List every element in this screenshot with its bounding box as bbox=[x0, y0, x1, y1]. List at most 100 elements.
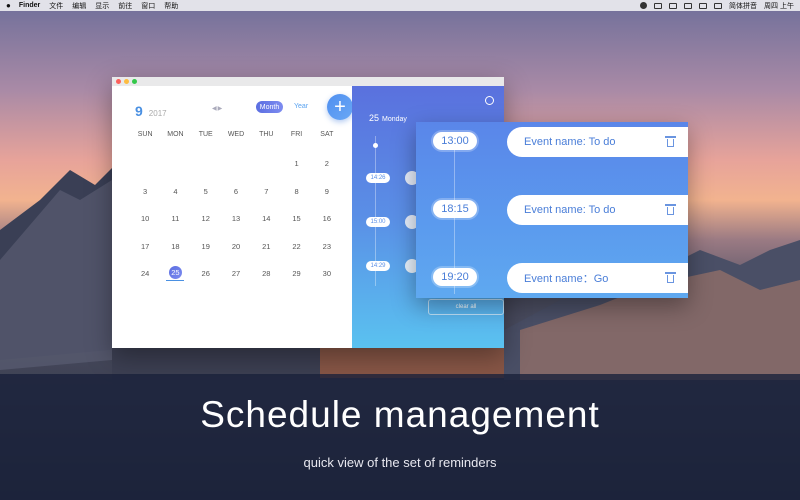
menu-bar-extras: 简体拼音 周四 上午 bbox=[640, 1, 794, 11]
calendar-day[interactable]: 11 bbox=[160, 211, 190, 239]
selected-date-day: 25 bbox=[369, 113, 380, 123]
reminder-time-chip[interactable]: 14:29 bbox=[366, 261, 390, 271]
calendar-day[interactable]: 6 bbox=[221, 184, 251, 212]
eye-icon[interactable] bbox=[654, 2, 663, 9]
airplay-icon[interactable] bbox=[684, 2, 693, 9]
tab-year[interactable]: Year bbox=[294, 103, 308, 110]
calendar-day-number: 5 bbox=[203, 186, 208, 196]
trash-icon[interactable] bbox=[665, 204, 676, 215]
apple-menu-icon[interactable]: ● bbox=[6, 1, 11, 10]
calendar-day-number: 2 bbox=[324, 159, 329, 168]
calendar-day[interactable]: 7 bbox=[251, 184, 281, 212]
calendar-day[interactable]: 8 bbox=[281, 184, 311, 212]
banner-subline: quick view of the set of reminders bbox=[303, 455, 497, 470]
calendar-day[interactable]: 4 bbox=[160, 184, 190, 212]
calendar-day[interactable]: 24 bbox=[130, 266, 160, 294]
calendar-day-number: 19 bbox=[201, 241, 210, 251]
calendar-day[interactable]: 9 bbox=[312, 184, 342, 212]
status-app-icon[interactable] bbox=[640, 2, 648, 9]
calendar-day[interactable]: 10 bbox=[130, 211, 160, 239]
menu-item-file[interactable]: 文件 bbox=[49, 1, 63, 11]
settings-icon[interactable] bbox=[485, 96, 494, 105]
window-titlebar bbox=[112, 77, 504, 86]
selected-date: 25 Monday bbox=[369, 113, 407, 123]
calendar-day[interactable]: 12 bbox=[191, 211, 221, 239]
calendar-day-number: 9 bbox=[324, 186, 329, 196]
current-year: 2017 bbox=[148, 109, 167, 118]
calendar-day[interactable]: 15 bbox=[281, 211, 311, 239]
calendar-day-number: 29 bbox=[292, 269, 301, 278]
reminder-time-chip[interactable]: 15:00 bbox=[366, 217, 390, 227]
menu-item-edit[interactable]: 编辑 bbox=[72, 1, 86, 11]
event-card[interactable]: Event name: To do bbox=[507, 195, 688, 225]
calendar-day[interactable]: 22 bbox=[281, 239, 311, 267]
clear-all-button[interactable]: clear all bbox=[428, 299, 504, 315]
menu-app-name[interactable]: Finder bbox=[19, 2, 40, 9]
events-popover: 13:00 Event name: To do 18:15 Event name… bbox=[416, 122, 688, 298]
calendar-day-number: 27 bbox=[231, 269, 241, 278]
promo-banner bbox=[0, 374, 800, 500]
reminder-time-chip[interactable]: 14:26 bbox=[366, 173, 390, 183]
calendar-day-number: 26 bbox=[201, 269, 210, 278]
weekday-label: SAT bbox=[320, 131, 334, 138]
trash-icon[interactable] bbox=[665, 272, 676, 283]
calendar-day[interactable]: 28 bbox=[251, 266, 281, 294]
minimize-window-button[interactable] bbox=[124, 79, 129, 84]
event-card[interactable]: Event name：Go bbox=[507, 263, 688, 293]
event-name: Event name: To do bbox=[524, 136, 616, 148]
weekday-label: FRI bbox=[290, 131, 303, 138]
menu-item-window[interactable]: 窗口 bbox=[141, 1, 155, 11]
calendar-day[interactable]: 26 bbox=[191, 266, 221, 294]
calendar-day-number: 20 bbox=[231, 241, 241, 251]
calendar-day[interactable]: 2 bbox=[312, 156, 342, 184]
menu-clock[interactable]: 周四 上午 bbox=[764, 1, 794, 11]
battery-icon[interactable] bbox=[714, 2, 723, 9]
calendar-day-number: 28 bbox=[262, 269, 271, 278]
calendar-day[interactable]: 20 bbox=[221, 239, 251, 267]
calendar-day-number: 22 bbox=[292, 241, 301, 251]
event-card[interactable]: Event name: To do bbox=[507, 127, 688, 157]
calendar-day[interactable]: 3 bbox=[130, 184, 160, 212]
calendar-empty-cell bbox=[221, 156, 251, 184]
calendar-day[interactable]: 18 bbox=[160, 239, 190, 267]
timeline-dot bbox=[373, 143, 378, 148]
calendar-day[interactable]: 14 bbox=[251, 211, 281, 239]
zoom-window-button[interactable] bbox=[132, 79, 137, 84]
calendar-day[interactable]: 5 bbox=[191, 184, 221, 212]
month-nav-arrows-icon[interactable]: ◀▶ bbox=[212, 105, 223, 112]
calendar-day[interactable]: 17 bbox=[130, 239, 160, 267]
calendar-day-number: 21 bbox=[262, 241, 271, 251]
add-event-button[interactable]: + bbox=[327, 94, 353, 120]
menu-item-go[interactable]: 前往 bbox=[118, 1, 132, 11]
calendar-empty-cell bbox=[130, 156, 160, 184]
calendar-day[interactable]: 23 bbox=[312, 239, 342, 267]
weekday-label: TUE bbox=[198, 131, 213, 138]
calendar-day[interactable]: 13 bbox=[221, 211, 251, 239]
menu-item-view[interactable]: 显示 bbox=[95, 1, 109, 11]
calendar-day[interactable]: 19 bbox=[191, 239, 221, 267]
calendar-day[interactable]: 21 bbox=[251, 239, 281, 267]
close-window-button[interactable] bbox=[116, 79, 121, 84]
calendar-day[interactable]: 1 bbox=[281, 156, 311, 184]
weekday-label: SUN bbox=[137, 131, 153, 138]
calendar-day-number: 1 bbox=[294, 159, 299, 168]
calendar-day-number: 15 bbox=[292, 214, 301, 223]
calendar-day[interactable]: 30 bbox=[312, 266, 342, 294]
clock-status-icon[interactable] bbox=[669, 2, 678, 9]
calendar-day[interactable]: 27 bbox=[221, 266, 251, 294]
trash-icon[interactable] bbox=[665, 136, 676, 147]
calendar-day-number: 6 bbox=[233, 186, 239, 196]
calendar-day[interactable]: 29 bbox=[281, 266, 311, 294]
input-method-label[interactable]: 简体拼音 bbox=[729, 1, 757, 11]
calendar-day-number: 18 bbox=[171, 241, 180, 251]
calendar-header: 9 2017 bbox=[135, 103, 167, 119]
calendar-day[interactable]: 25 bbox=[160, 266, 190, 294]
calendar-empty-cell bbox=[251, 156, 281, 184]
weekday-label: WED bbox=[227, 131, 245, 138]
calendar-day-number: 25 bbox=[168, 266, 182, 279]
calendar-day-number: 8 bbox=[294, 186, 299, 196]
calendar-day[interactable]: 16 bbox=[312, 211, 342, 239]
wifi-icon[interactable] bbox=[699, 2, 708, 9]
menu-item-help[interactable]: 帮助 bbox=[164, 1, 178, 11]
tab-month[interactable]: Month bbox=[256, 101, 283, 113]
